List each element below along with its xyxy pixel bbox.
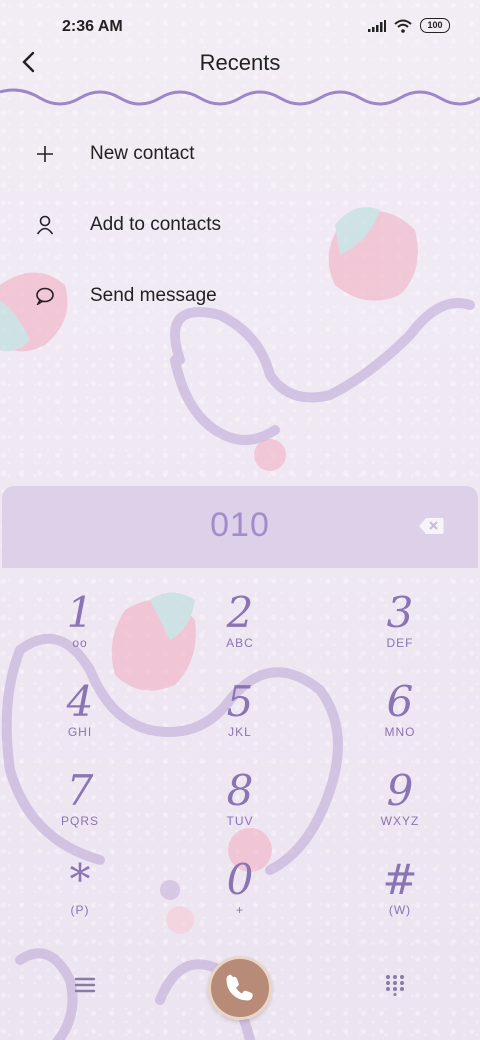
call-button[interactable] [208, 956, 272, 1020]
add-to-contacts-label: Add to contacts [90, 213, 221, 235]
message-icon [34, 285, 56, 307]
key-1[interactable]: 1 oo [20, 590, 140, 670]
battery-icon: 100 [420, 18, 450, 33]
status-time: 2:36 AM [62, 18, 123, 35]
key-star[interactable]: * (P) [20, 857, 140, 937]
plus-icon [34, 143, 56, 165]
key-7[interactable]: 7 PQRS [20, 768, 140, 848]
hamburger-menu-icon[interactable] [72, 974, 98, 996]
send-message-item[interactable]: Send message [0, 260, 480, 331]
key-digit: * [69, 855, 91, 904]
dialpad-icon[interactable] [384, 974, 406, 996]
key-digit: 3 [386, 588, 414, 637]
key-9[interactable]: 9 WXYZ [340, 768, 460, 848]
key-letters: MNO [384, 725, 416, 739]
key-letters: TUV [226, 814, 254, 828]
key-digit: 4 [66, 677, 94, 726]
page-title: Recents [199, 50, 281, 75]
voicemail-letters: oo [72, 636, 88, 650]
recents-menu: New contact Add to contacts Send message [0, 118, 480, 331]
key-letters: (W) [388, 903, 412, 917]
key-digit: 0 [226, 855, 254, 904]
key-letters: (P) [70, 903, 90, 917]
key-digit: 1 [66, 588, 94, 637]
key-digit: 2 [226, 588, 254, 637]
key-digit: 5 [226, 677, 254, 726]
key-digit: 9 [386, 766, 414, 815]
new-contact-item[interactable]: New contact [0, 118, 480, 189]
key-6[interactable]: 6 MNO [340, 679, 460, 759]
key-2[interactable]: 2 ABC [180, 590, 300, 670]
key-letters: PQRS [60, 814, 99, 828]
key-4[interactable]: 4 GHI [20, 679, 140, 759]
bottom-bar [0, 950, 480, 1020]
key-digit: # [382, 855, 418, 904]
key-letters: ABC [226, 636, 254, 650]
key-3[interactable]: 3 DEF [340, 590, 460, 670]
key-letters: GHI [67, 725, 93, 739]
key-digit: 7 [66, 766, 94, 815]
key-0[interactable]: 0 + [180, 857, 300, 937]
send-message-label: Send message [90, 284, 217, 306]
key-8[interactable]: 8 TUV [180, 768, 300, 848]
person-icon [34, 214, 56, 236]
backspace-icon[interactable] [418, 517, 444, 535]
key-digit: 8 [226, 766, 254, 815]
phone-icon [226, 974, 253, 1001]
dialed-number[interactable]: 010 [2, 506, 478, 545]
key-letters: WXYZ [380, 814, 420, 828]
key-letters: DEF [386, 636, 414, 650]
wave-divider [0, 88, 480, 106]
number-bar: 010 [2, 486, 478, 568]
key-letters: + [235, 903, 244, 917]
key-letters: JKL [228, 725, 252, 739]
key-digit: 6 [386, 677, 414, 726]
wifi-icon [394, 19, 412, 33]
key-hash[interactable]: # (W) [340, 857, 460, 937]
key-5[interactable]: 5 JKL [180, 679, 300, 759]
signal-icon [368, 19, 386, 32]
new-contact-label: New contact [90, 142, 195, 164]
add-to-contacts-item[interactable]: Add to contacts [0, 189, 480, 260]
status-icons: 100 [368, 18, 450, 33]
